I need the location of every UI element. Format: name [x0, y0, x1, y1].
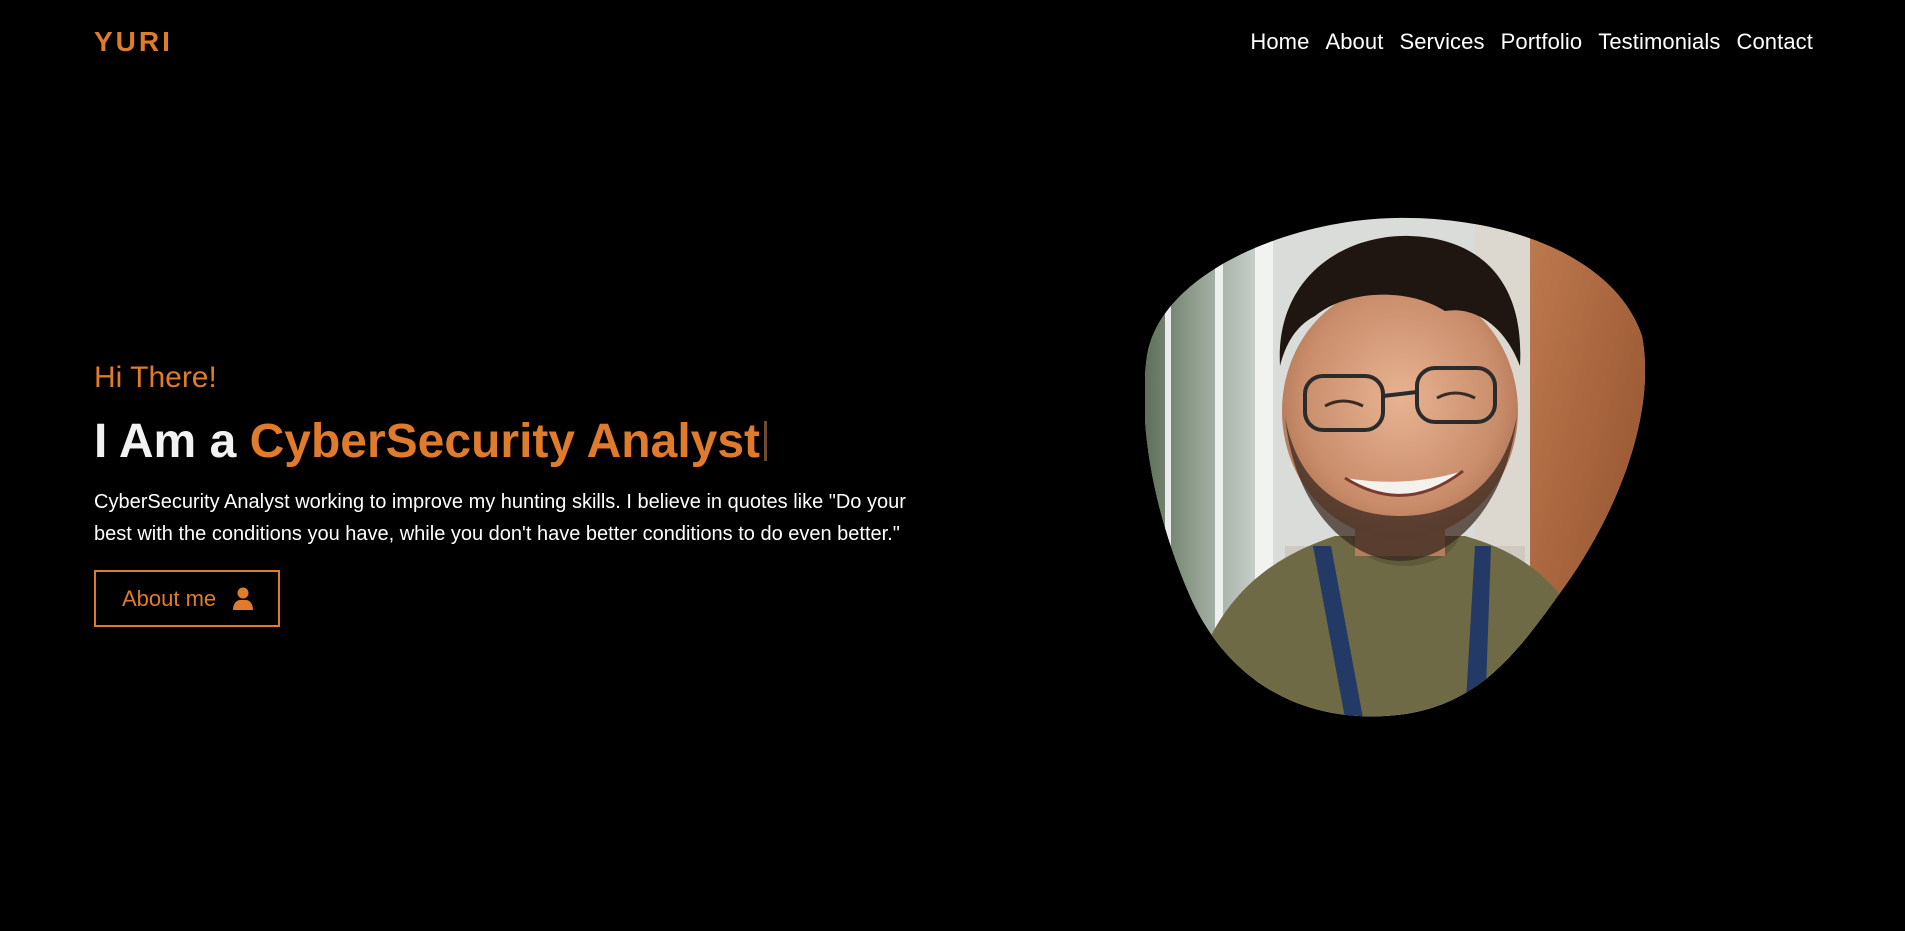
hero-headline: I Am a CyberSecurity Analyst: [94, 414, 944, 470]
hero-greeting: Hi There!: [94, 361, 217, 394]
nav-link-portfolio[interactable]: Portfolio: [1501, 29, 1583, 55]
nav-link-testimonials[interactable]: Testimonials: [1598, 29, 1720, 55]
hero-section: Hi There! I Am a CyberSecurity Analyst C…: [94, 360, 944, 627]
main-nav: Home About Services Portfolio Testimonia…: [1250, 29, 1813, 55]
profile-photo: [1145, 216, 1645, 718]
nav-link-home[interactable]: Home: [1250, 29, 1309, 55]
user-icon: [232, 587, 254, 611]
site-header: YURI Home About Services Portfolio Testi…: [0, 0, 1905, 84]
nav-link-contact[interactable]: Contact: [1736, 29, 1813, 55]
typing-cursor: [764, 421, 768, 461]
profile-photo-blob: [1145, 217, 1645, 717]
about-me-button-label: About me: [122, 585, 217, 611]
portfolio-page: YURI Home About Services Portfolio Testi…: [0, 0, 1905, 931]
hero-description: CyberSecurity Analyst working to improve…: [94, 491, 906, 545]
site-logo[interactable]: YURI: [94, 26, 173, 58]
headline-prefix: I Am a: [94, 415, 250, 468]
nav-link-about[interactable]: About: [1325, 29, 1383, 55]
about-me-button[interactable]: About me: [94, 570, 281, 627]
headline-role: CyberSecurity Analyst: [249, 415, 761, 468]
nav-link-services[interactable]: Services: [1399, 29, 1484, 55]
